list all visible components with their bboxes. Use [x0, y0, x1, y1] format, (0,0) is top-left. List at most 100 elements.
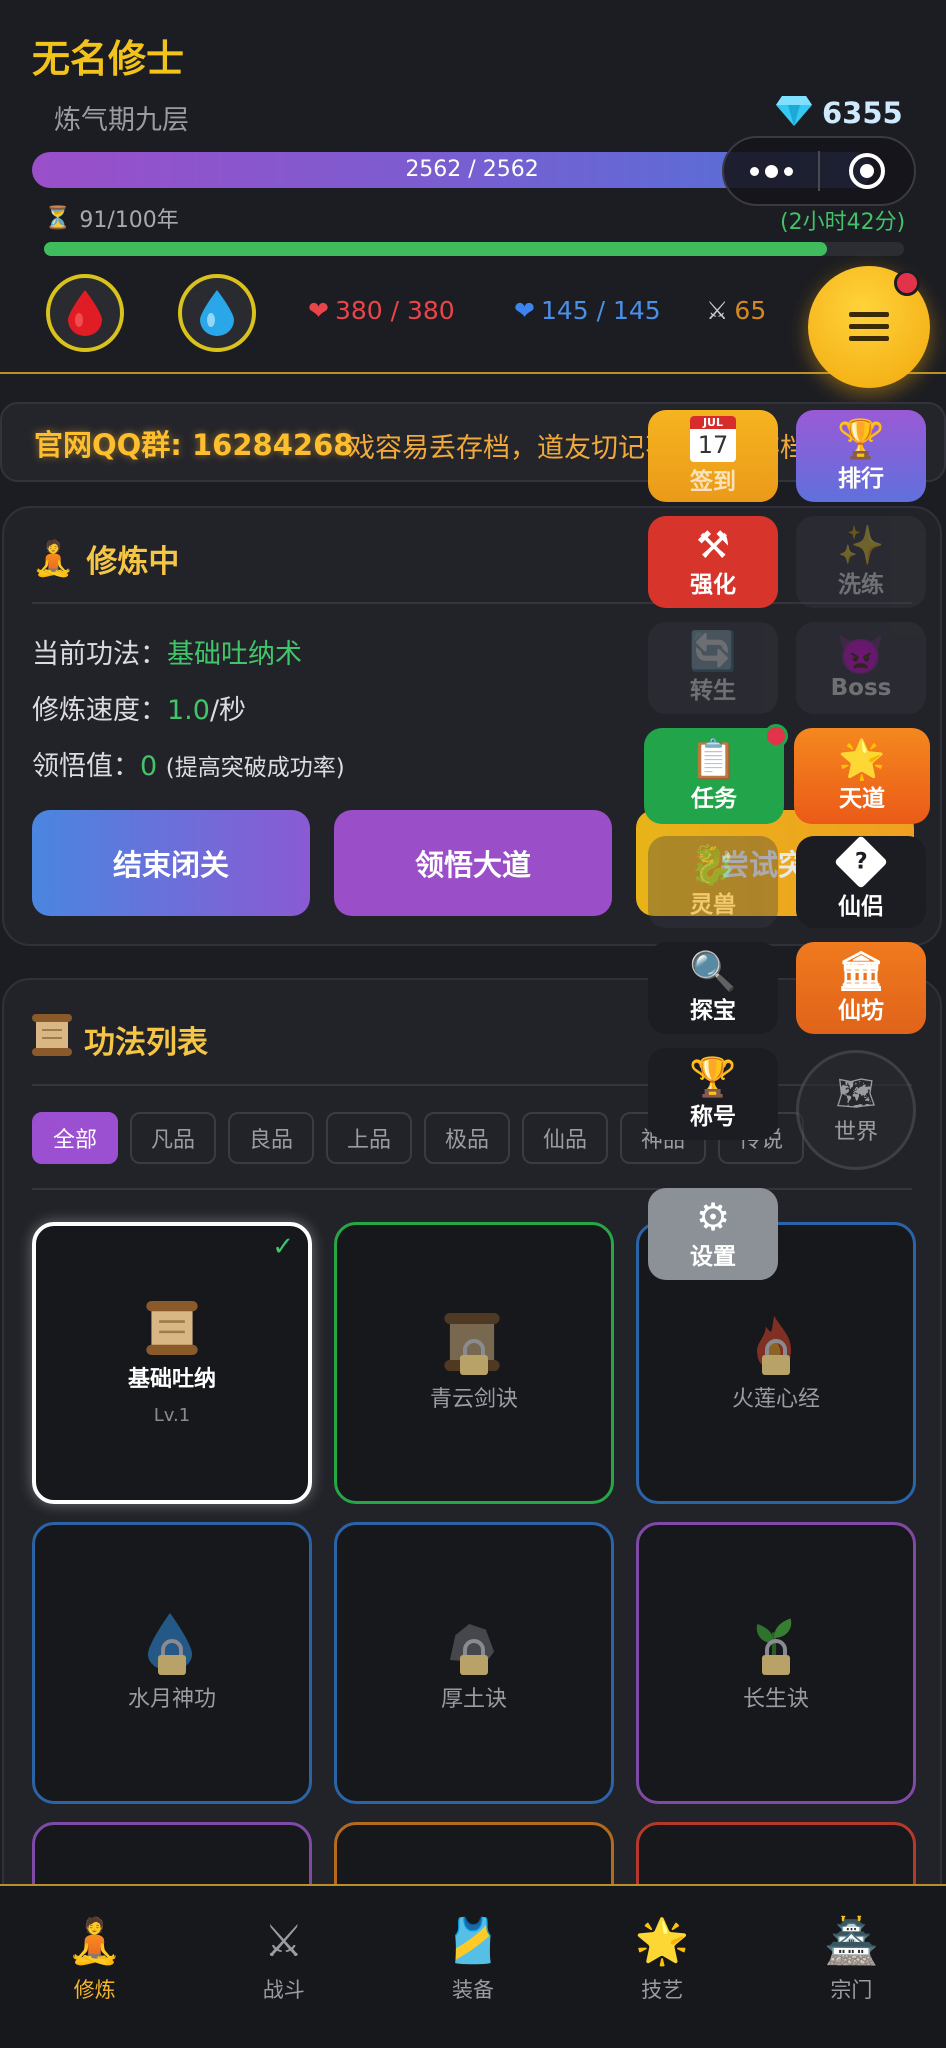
filter-immortal[interactable]: 仙品 [522, 1112, 608, 1164]
dot-icon [783, 166, 793, 176]
speed-unit: /秒 [209, 695, 247, 726]
mp-stat: ❤ 145 / 145 [514, 296, 661, 325]
menu-label: 仙坊 [838, 998, 884, 1024]
locked-water-icon [142, 1613, 202, 1675]
game-screen: { "player": { "name": "无名修士", "realm": "… [0, 0, 946, 2048]
scroll-icon [32, 1014, 72, 1064]
mp-potion-button[interactable] [178, 274, 256, 352]
technique-card-water-moon[interactable]: 水月神功 [32, 1522, 312, 1804]
menu-label: 排行 [838, 466, 884, 492]
gear-icon: ⚙ [695, 1195, 731, 1239]
menu-label: 签到 [690, 469, 736, 495]
menu-label: 任务 [691, 786, 737, 812]
notification-dot [894, 270, 920, 296]
menu-settings[interactable]: ⚙ 设置 [648, 1188, 778, 1280]
method-line: 当前功法：基础吐纳术 [32, 632, 302, 671]
menu-label: 设置 [690, 1244, 736, 1270]
menu-sign-in[interactable]: JUL 17 签到 [648, 410, 778, 502]
realm-label: 炼气期九层 [54, 105, 189, 136]
menu-spirit-beast[interactable]: 🐉 灵兽 [648, 836, 778, 928]
nav-sect[interactable]: 🏯 宗门 [757, 1886, 946, 2048]
blood-drop-icon [68, 290, 102, 336]
menu-ranking[interactable]: 🏆 排行 [796, 410, 926, 502]
menu-label: 洗练 [838, 572, 884, 598]
end-seclusion-button[interactable]: 结束闭关 [32, 810, 310, 916]
crossed-swords-icon: ⚔ [264, 1916, 304, 1967]
player-name: 无名修士 [32, 37, 185, 81]
menu-treasure-hunt[interactable]: 🔍 探宝 [648, 942, 778, 1034]
lifespan-fill [44, 242, 827, 256]
nav-label: 技艺 [641, 1978, 684, 2002]
hammer-pick-icon: ⚒ [695, 523, 731, 567]
technique-card-earth[interactable]: 厚土诀 [334, 1522, 614, 1804]
filter-supreme[interactable]: 极品 [424, 1112, 510, 1164]
gem-count: 6355 [822, 96, 903, 130]
panel-divider [32, 602, 912, 604]
menu-companion[interactable]: ? 仙侣 [796, 835, 926, 928]
more-options-button[interactable] [724, 138, 818, 204]
technique-name: 厚土诀 [440, 1687, 507, 1712]
nav-battle[interactable]: ⚔ 战斗 [189, 1886, 378, 2048]
comprehend-dao-button[interactable]: 领悟大道 [334, 810, 612, 916]
filter-superior[interactable]: 上品 [326, 1112, 412, 1164]
nav-label: 战斗 [262, 1978, 305, 2002]
menu-market[interactable]: 🏛 仙坊 [796, 942, 926, 1034]
menu-titles[interactable]: 🏆 称号 [648, 1048, 778, 1140]
classical-building-icon: 🏛 [836, 949, 886, 993]
cycle-arrows-icon: 🔄 [689, 629, 737, 673]
filter-common[interactable]: 凡品 [130, 1112, 216, 1164]
lock-icon [762, 1639, 790, 1675]
techniques-title: 功法列表 [84, 1024, 208, 1061]
calendar-icon: JUL 17 [690, 416, 736, 462]
lock-icon [158, 1639, 186, 1675]
notification-dot [764, 724, 788, 748]
menu-rebirth[interactable]: 🔄 转生 [648, 622, 778, 714]
question-box-icon: ? [834, 835, 888, 889]
technique-card-longevity[interactable]: 长生诀 [636, 1522, 916, 1804]
method-label: 当前功法： [32, 639, 167, 670]
magnifier-icon: 🔍 [689, 949, 737, 993]
nav-label: 修炼 [73, 1978, 116, 2002]
technique-name: 火莲心经 [731, 1387, 820, 1412]
menu-quests[interactable]: 📋 任务 [644, 728, 784, 824]
filter-all[interactable]: 全部 [32, 1112, 118, 1164]
method-value: 基础吐纳术 [167, 639, 302, 670]
menu-enhance[interactable]: ⚒ 强化 [648, 516, 778, 608]
dot-icon [764, 164, 778, 178]
menu-heavenly-dao[interactable]: 🌟 天道 [794, 728, 930, 824]
hp-potion-button[interactable] [46, 274, 124, 352]
menu-refine[interactable]: ✨ 洗练 [796, 516, 926, 608]
temple-building-icon: 🏯 [824, 1916, 879, 1967]
trophy-icon: 🏆 [837, 417, 885, 461]
attack-value: 65 [734, 296, 767, 325]
technique-name: 长生诀 [742, 1687, 809, 1712]
glowing-star-icon: 🌟 [838, 737, 886, 781]
nav-equipment[interactable]: 🎽 装备 [378, 1886, 567, 2048]
dragon-icon: 🐉 [689, 843, 737, 887]
technique-level: Lv.1 [153, 1404, 191, 1426]
nav-skills[interactable]: 🌟 技艺 [568, 1886, 757, 2048]
menu-label: 转生 [690, 678, 736, 704]
speed-value: 1.0 [167, 695, 210, 726]
locked-fire-icon [746, 1313, 806, 1375]
technique-name: 青云剑诀 [429, 1387, 518, 1412]
insight-label: 领悟值： [32, 751, 140, 782]
nav-cultivate[interactable]: 🧘 修炼 [0, 1886, 189, 2048]
locked-scroll-icon [444, 1313, 504, 1375]
technique-card-qingyun[interactable]: 青云剑诀 [334, 1222, 614, 1504]
menu-label: 强化 [690, 572, 736, 598]
armor-vest-icon: 🎽 [445, 1916, 501, 1967]
gem-counter: 6355 [776, 96, 903, 130]
lifespan-text: 91/100年 [79, 208, 179, 233]
map-icon: 🗺 [835, 1074, 877, 1112]
menu-boss[interactable]: 👿 Boss [796, 622, 926, 714]
diamond-icon [776, 96, 812, 130]
technique-card-basic-breathing[interactable]: ✓ 基础吐纳 Lv.1 [32, 1222, 312, 1504]
lock-icon [460, 1339, 488, 1375]
menu-label: 探宝 [690, 998, 736, 1024]
menu-world[interactable]: 🗺 世界 [796, 1050, 916, 1170]
close-miniprogram-button[interactable] [820, 138, 914, 204]
filter-good[interactable]: 良品 [228, 1112, 314, 1164]
meditating-person-icon: 🧘 [67, 1916, 122, 1967]
meditating-icon: 🧘 [32, 538, 75, 579]
